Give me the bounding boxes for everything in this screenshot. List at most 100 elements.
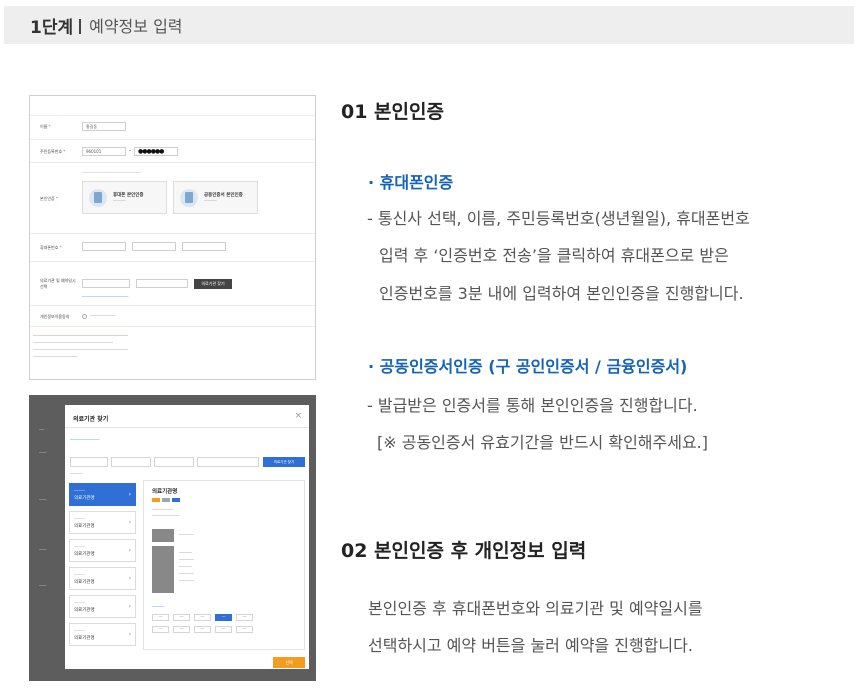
section-2-title: 02 본인인증 후 개인정보 입력	[341, 540, 587, 562]
selected-date-text: ──────────────	[70, 438, 100, 442]
rrn-dash: -	[129, 147, 132, 154]
list-item[interactable]: ────── 의료기관명 ›	[69, 567, 136, 590]
certificate-icon	[180, 189, 198, 207]
date-input[interactable]	[82, 279, 130, 288]
time-slot[interactable]: ──	[236, 626, 253, 633]
chevron-right-icon: ›	[128, 631, 131, 638]
phone-icon	[89, 189, 107, 207]
name-input[interactable]: 홍길동	[82, 122, 126, 131]
chevron-right-icon: ›	[128, 491, 131, 498]
chevron-right-icon: ›	[128, 603, 131, 610]
list-item[interactable]: ────── 의료기관명 ›	[69, 483, 136, 506]
mobile-auth-desc-2: 입력 후 ‘인증번호 전송’을 클릭하여 휴대폰으로 받은	[379, 246, 729, 265]
bg-row: ───	[39, 583, 47, 588]
detail-hours-5: ───────	[179, 579, 194, 583]
region-select-2[interactable]	[111, 457, 151, 467]
cert-auth-desc-1: - 발급받은 인증서를 통해 본인인증을 진행합니다.	[367, 396, 698, 415]
time-slot[interactable]: ──	[152, 614, 169, 621]
list-item[interactable]: ────── 의료기관명 ›	[69, 595, 136, 618]
rrn-back-input[interactable]: ●●●●●●	[134, 147, 178, 156]
privacy-radio[interactable]	[82, 314, 87, 319]
section-2-desc-2: 선택하시고 예약 버튼을 눌러 예약을 진행합니다.	[368, 636, 693, 655]
section-1-title: 01 본인인증	[341, 101, 444, 123]
list-item[interactable]: ────── 의료기관명 ›	[69, 623, 136, 646]
info-note-1: ──────────────────────────────────────	[33, 341, 114, 345]
detail-title: 의료기관명	[152, 489, 178, 495]
mobile-auth-title: · 휴대폰인증	[368, 173, 454, 192]
time-slot[interactable]: ──	[236, 614, 253, 621]
privacy-text: ────────────	[90, 314, 116, 318]
detail-hours-label	[152, 546, 174, 593]
search-button[interactable]: 의료기관 찾기	[263, 457, 305, 467]
phone-input-3[interactable]	[182, 242, 226, 251]
phone-input-1[interactable]	[82, 242, 126, 251]
rrn-label: 주민등록번호 *	[40, 149, 66, 154]
list-item[interactable]: ────── 의료기관명 ›	[69, 539, 136, 562]
tag-badge	[162, 498, 170, 502]
category-select[interactable]	[154, 457, 194, 467]
close-icon[interactable]: ×	[294, 411, 302, 421]
detail-hours-3: ──────	[179, 565, 192, 569]
info-note-2: ────────────────────────────────────────…	[33, 348, 128, 352]
name-label: 이름 *	[40, 124, 51, 129]
result-count: ──────	[70, 472, 83, 476]
auth-hint-line: ―――――――――――――――――	[82, 170, 142, 174]
mobile-auth-card[interactable]: 휴대폰 본인인증 ──────	[82, 181, 167, 214]
info-note-3: ─────────────────────	[33, 355, 78, 359]
selected-org-text: ──────────────────────	[82, 295, 129, 299]
time-slot[interactable]: ──	[152, 626, 169, 633]
bg-row: ───	[39, 450, 47, 455]
time-slot[interactable]: ──	[194, 626, 211, 633]
bg-row: ───	[39, 547, 47, 552]
step-title: 예약정보 입력	[89, 17, 183, 36]
tag-badge	[152, 498, 160, 502]
list-item[interactable]: ────── 의료기관명 ›	[69, 511, 136, 534]
privacy-label: 개인정보이용동의	[40, 314, 70, 319]
detail-hours-2: ───────	[179, 558, 194, 562]
bg-row: ──	[39, 427, 44, 432]
detail-tel-label	[152, 529, 174, 542]
chevron-right-icon: ›	[128, 575, 131, 582]
time-slot[interactable]: ──	[173, 614, 190, 621]
step-number: 1단계	[30, 17, 74, 38]
detail-address: ──────────	[152, 508, 174, 512]
phone-input-2[interactable]	[132, 242, 176, 251]
cert-auth-card[interactable]: 공동인증서 본인인증 ──────	[173, 181, 258, 214]
keyword-input[interactable]	[197, 457, 259, 467]
form-row-name	[30, 96, 315, 116]
time-slot[interactable]: ──	[215, 626, 232, 633]
mobile-auth-sub: ──────	[113, 199, 126, 203]
select-button[interactable]: 선택	[273, 657, 305, 668]
modal-screenshot: ── ─── ─── ─── ─── 의료기관 찾기 × ───────────…	[29, 395, 316, 681]
time-slot-selected[interactable]: ──	[215, 614, 232, 621]
phone-label: 휴대폰번호 *	[40, 245, 62, 250]
hospital-search-modal: 의료기관 찾기 × ────────────── 의료기관 찾기 ────── …	[65, 405, 309, 669]
cert-auth-label: 공동인증서 본인인증	[204, 193, 243, 198]
step-divider	[79, 18, 82, 34]
bg-row: ───	[39, 497, 47, 502]
step-header-bar: 1단계 예약정보 입력	[4, 6, 854, 44]
cert-auth-sub: ──────	[204, 199, 217, 203]
slot-date-label: ──────	[152, 605, 165, 609]
cert-auth-desc-2: [※ 공동인증서 유효기간을 반드시 확인해주세요.]	[377, 433, 709, 452]
auth-label: 본인인증 *	[40, 196, 59, 201]
detail-hours-4: ───────	[179, 572, 194, 576]
region-select-1[interactable]	[70, 457, 108, 467]
detail-hours-1: ──────	[179, 551, 192, 555]
cert-auth-title: · 공동인증서인증 (구 공인인증서 / 금융인증서)	[368, 357, 688, 376]
time-slot[interactable]: ──	[194, 614, 211, 621]
org-label: 의료기관 및 예약일시 선택	[40, 278, 76, 289]
chevron-right-icon: ›	[128, 547, 131, 554]
rrn-front-input[interactable]: 960101	[82, 147, 126, 156]
mobile-auth-label: 휴대폰 본인인증	[113, 193, 144, 198]
time-slot[interactable]: ──	[173, 626, 190, 633]
org-search-button[interactable]: 의료기관 찾기	[194, 279, 232, 289]
form-screenshot: 이름 * 홍길동 주민등록번호 * 960101 - ●●●●●● 본인인증 *…	[29, 95, 316, 380]
mobile-auth-desc-3: 인증번호를 3분 내에 입력하여 본인인증을 진행합니다.	[379, 284, 744, 303]
mobile-auth-desc-1: - 통신사 선택, 이름, 주민등록번호(생년월일), 휴대폰번호	[367, 209, 750, 228]
chevron-right-icon: ›	[128, 519, 131, 526]
warning-note: ────────────────────────────────────────…	[33, 334, 128, 338]
detail-tel: ───────	[179, 533, 194, 537]
time-select[interactable]	[136, 279, 188, 288]
hospital-detail-panel: 의료기관명 ────────── ───────────── ─────── ─…	[143, 480, 305, 650]
